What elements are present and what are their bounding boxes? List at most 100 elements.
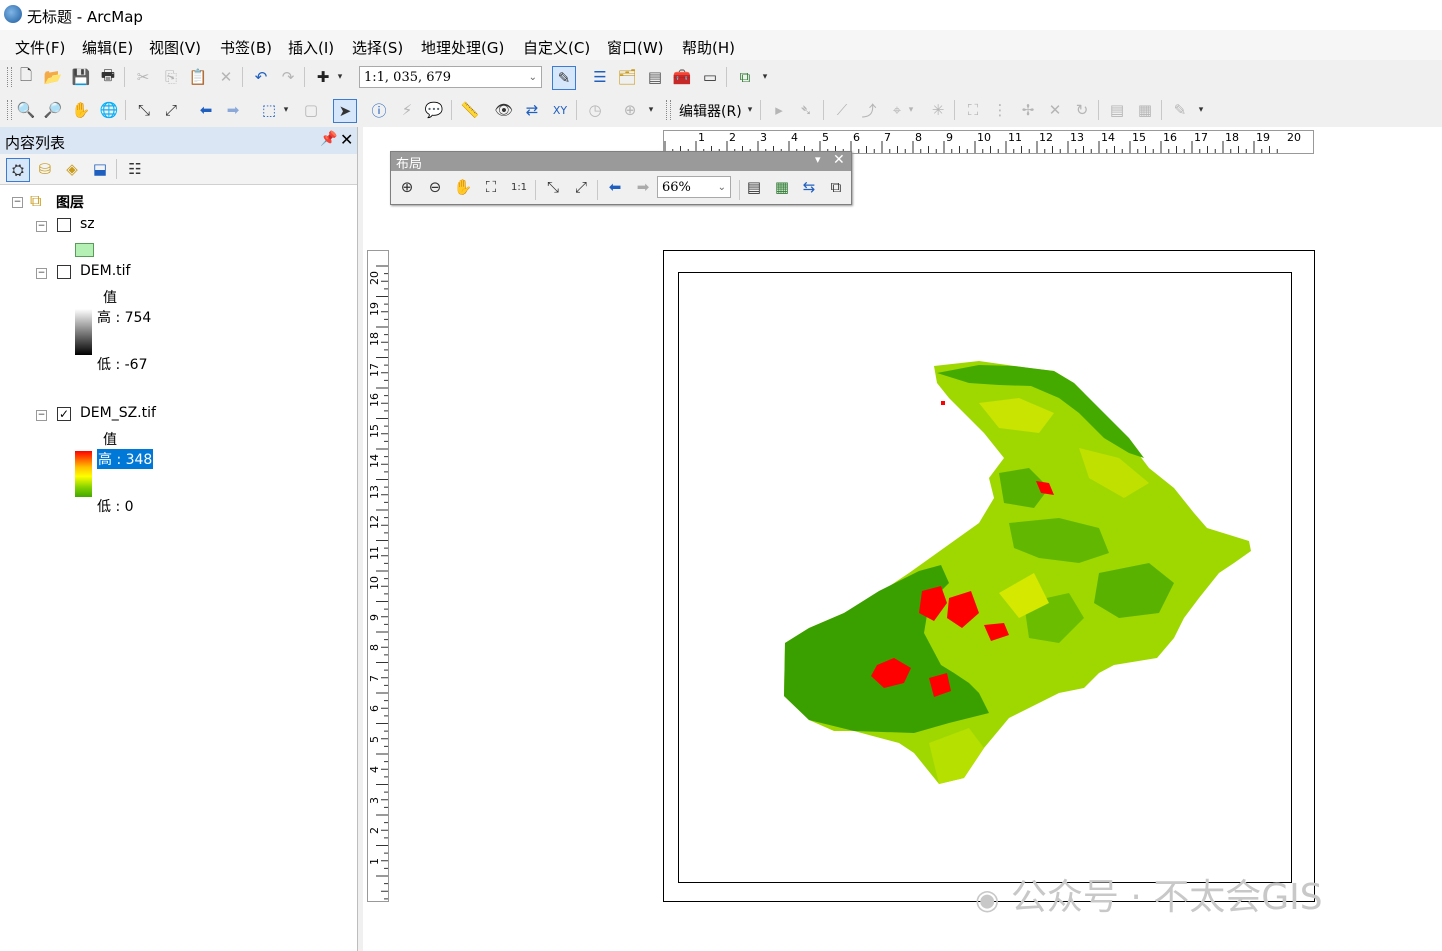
menu-windows[interactable]: 窗口(W) — [607, 37, 664, 58]
close-icon[interactable]: ✕ — [833, 152, 845, 168]
data-frame[interactable] — [678, 272, 1292, 883]
layout-pan-icon[interactable]: ✋ — [452, 176, 474, 198]
point-icon[interactable]: ✳ — [927, 99, 949, 121]
arctoolbox-icon[interactable]: 🧰 — [671, 66, 693, 88]
reshape-feature-icon[interactable]: ⋮ — [989, 99, 1011, 121]
redo-icon[interactable]: ↷ — [277, 66, 299, 88]
layout-zoom-combo[interactable]: 66% ⌄ — [657, 176, 731, 198]
undo-icon[interactable]: ↶ — [250, 66, 272, 88]
edit-annotation-icon[interactable]: ➴ — [795, 99, 817, 121]
list-by-selection-icon[interactable]: ⬓ — [89, 158, 111, 180]
zoom-100-percent-icon[interactable]: 1:1 — [508, 176, 530, 198]
back-extent-icon[interactable]: ⬅ — [195, 99, 217, 121]
layer-dem-sz-checkbox[interactable]: ✓ — [57, 407, 71, 421]
zoom-in-icon[interactable]: 🔍 — [15, 99, 37, 121]
fixed-zoom-out-icon[interactable]: ⤢ — [160, 99, 182, 121]
toc-options-icon[interactable]: ☷ — [124, 158, 146, 180]
layers-collapse-icon[interactable]: − — [12, 197, 23, 208]
hyperlink-icon[interactable]: ⚡ — [396, 99, 418, 121]
close-icon[interactable]: ✕ — [340, 130, 353, 149]
layer-sz-name[interactable]: sz — [80, 216, 95, 232]
select-dropdown-icon[interactable]: ▾ — [280, 99, 292, 121]
layout-toolbar-titlebar[interactable]: 布局 ▾ ✕ — [391, 152, 851, 172]
open-folder-icon[interactable]: 📂 — [42, 66, 64, 88]
layer-dem-sz-high-label[interactable]: 高 : 348 — [97, 449, 154, 469]
select-elements-arrow-icon[interactable]: ➤ — [333, 99, 357, 123]
layer-dem-name[interactable]: DEM.tif — [80, 263, 130, 279]
sketch-properties-icon[interactable]: ▦ — [1134, 99, 1156, 121]
edit-tool-icon[interactable]: ▸ — [768, 99, 790, 121]
toolbar-grip[interactable] — [7, 100, 12, 120]
layers-root-label[interactable]: 图层 — [56, 192, 84, 212]
time-slider-icon[interactable]: ◷ — [584, 99, 606, 121]
python-window-icon[interactable]: ▭ — [699, 66, 721, 88]
layer-dem-collapse-icon[interactable]: − — [36, 268, 47, 279]
editor-toolbar-icon[interactable]: ✎ — [552, 66, 576, 90]
construction-dropdown-icon[interactable]: ▾ — [906, 99, 916, 121]
full-extent-globe-icon[interactable]: 🌐 — [98, 99, 120, 121]
straight-segment-icon[interactable]: ⟋ — [831, 99, 853, 121]
data-driven-pages-icon[interactable]: ⧉ — [825, 176, 847, 198]
editor-menu[interactable]: 编辑器(R) — [679, 101, 742, 121]
list-by-visibility-icon[interactable]: ◈ — [61, 158, 83, 180]
focus-data-frame-icon[interactable]: ▦ — [771, 176, 793, 198]
create-viewer-window-icon[interactable]: ⊕ — [619, 99, 641, 121]
menu-customize[interactable]: 自定义(C) — [523, 37, 590, 58]
fixed-zoom-in-icon[interactable]: ⤡ — [133, 99, 155, 121]
endpoint-arc-icon[interactable]: ⤴ — [858, 99, 880, 121]
measure-icon[interactable]: 📏 — [459, 99, 481, 121]
forward-extent-icon[interactable]: ➡ — [222, 99, 244, 121]
toolbar-options-icon[interactable]: ▾ — [1196, 99, 1206, 121]
layer-dem-checkbox[interactable] — [57, 265, 71, 279]
trace-icon[interactable]: ⌖ — [886, 99, 908, 121]
find-binoculars-icon[interactable]: 👁 — [493, 99, 515, 121]
cut-icon[interactable]: ✂ — [132, 66, 154, 88]
search-window-icon[interactable]: ▤ — [644, 66, 666, 88]
toolbar-menu-dropdown-icon[interactable]: ▾ — [815, 153, 821, 166]
print-icon[interactable]: 🖶 — [97, 66, 119, 88]
edit-vertices-icon[interactable]: ⛶ — [962, 99, 984, 121]
menu-insert[interactable]: 插入(I) — [288, 37, 334, 58]
find-route-icon[interactable]: ⇄ — [521, 99, 543, 121]
identify-icon[interactable]: ⓘ — [368, 99, 390, 121]
layer-sz-checkbox[interactable] — [57, 218, 71, 232]
menu-bookmarks[interactable]: 书签(B) — [220, 37, 272, 58]
back-extent-icon[interactable]: ⬅ — [604, 176, 626, 198]
toolbar-options-icon[interactable]: ▾ — [646, 99, 656, 121]
toolbar-grip[interactable] — [666, 100, 671, 120]
editor-dropdown-icon[interactable]: ▾ — [745, 99, 755, 121]
table-of-contents-icon[interactable]: ☰ — [589, 66, 611, 88]
menu-geoprocessing[interactable]: 地理处理(G) — [421, 37, 504, 58]
select-features-icon[interactable]: ⬚ — [258, 99, 280, 121]
toolbar-options-icon[interactable]: ▾ — [760, 66, 770, 88]
add-data-dropdown-icon[interactable]: ▾ — [334, 66, 346, 88]
split-tool-icon[interactable]: ✕ — [1044, 99, 1066, 121]
layer-dem-sz-name[interactable]: DEM_SZ.tif — [80, 405, 156, 421]
fixed-zoom-out-icon[interactable]: ⤢ — [570, 176, 592, 198]
menu-view[interactable]: 视图(V) — [149, 37, 201, 58]
toolbar-grip[interactable] — [7, 67, 12, 87]
layout-zoom-out-icon[interactable]: ⊖ — [424, 176, 446, 198]
attributes-icon[interactable]: ▤ — [1106, 99, 1128, 121]
toggle-draft-mode-icon[interactable]: ▤ — [743, 176, 765, 198]
rotate-tool-icon[interactable]: ↻ — [1071, 99, 1093, 121]
menu-file[interactable]: 文件(F) — [15, 37, 65, 58]
layer-dem-sz-collapse-icon[interactable]: − — [36, 410, 47, 421]
pin-icon[interactable]: 📌 — [320, 131, 337, 147]
paste-icon[interactable]: 📋 — [187, 66, 209, 88]
layer-sz-collapse-icon[interactable]: − — [36, 221, 47, 232]
list-by-drawing-order-icon[interactable]: ⛭ — [6, 158, 30, 182]
menu-selection[interactable]: 选择(S) — [352, 37, 403, 58]
catalog-window-icon[interactable]: 🗂 — [616, 66, 638, 88]
menu-edit[interactable]: 编辑(E) — [82, 37, 133, 58]
go-to-xy-icon[interactable]: XY — [549, 99, 571, 121]
fixed-zoom-in-icon[interactable]: ⤡ — [542, 176, 564, 198]
pan-hand-icon[interactable]: ✋ — [70, 99, 92, 121]
map-scale-combo[interactable]: 1:1, 035, 679 ⌄ — [359, 66, 542, 88]
delete-icon[interactable]: ✕ — [215, 66, 237, 88]
menu-help[interactable]: 帮助(H) — [682, 37, 735, 58]
zoom-whole-page-icon[interactable]: ⛶ — [480, 176, 502, 198]
change-layout-icon[interactable]: ⇆ — [798, 176, 820, 198]
model-builder-icon[interactable]: ⧉ — [734, 66, 756, 88]
new-document-icon[interactable]: 🗋 — [15, 66, 37, 88]
